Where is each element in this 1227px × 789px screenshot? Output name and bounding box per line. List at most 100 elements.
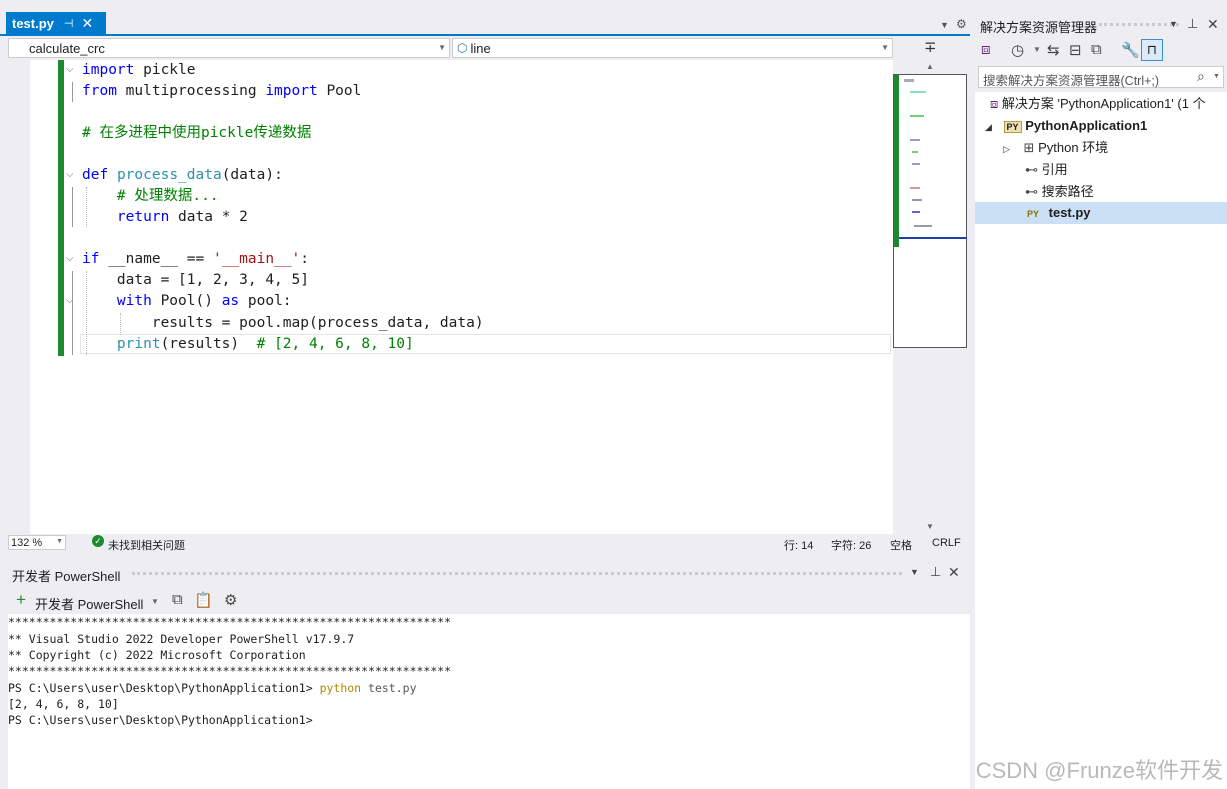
tree-item-project[interactable]: ◢ PY PythonApplication1 — [985, 115, 1147, 137]
terminal-line: ****************************************… — [8, 664, 452, 678]
code-line[interactable]: data = [1, 2, 3, 4, 5] — [82, 270, 309, 291]
pin-icon[interactable]: ⊥ — [1187, 16, 1198, 32]
code-line[interactable]: from multiprocessing import Pool — [82, 81, 361, 102]
python-file-icon: PY — [1027, 209, 1040, 219]
code-token: def — [82, 167, 109, 183]
code-token: if — [82, 251, 100, 267]
copy-icon[interactable]: ⧉ — [1091, 41, 1102, 58]
plus-icon[interactable]: + — [16, 590, 26, 610]
reference-icon: ⊷ — [1025, 184, 1038, 199]
search-icon[interactable]: ⌕ — [1197, 68, 1205, 85]
code-line[interactable]: import pickle — [82, 60, 196, 81]
terminal-header: 开发者 PowerShell ▼ ⊥ ✕ — [0, 562, 970, 584]
fold-icon[interactable]: ⌵ — [66, 253, 74, 264]
split-icon[interactable]: ∓ — [924, 38, 937, 56]
code-line[interactable]: with Pool() as pool: — [82, 291, 292, 312]
code-line[interactable]: print(results) # [2, 4, 6, 8, 10] — [82, 334, 414, 355]
line-indicator[interactable]: 行: 14 — [784, 537, 813, 553]
fold-icon[interactable]: ⌵ — [66, 64, 74, 75]
code-line[interactable]: return data * 2 — [82, 207, 248, 228]
tree-item-python-env[interactable]: ▷ ⊞ Python 环境 — [1003, 137, 1108, 159]
expanded-arrow-icon[interactable]: ◢ — [985, 122, 992, 132]
code-line[interactable]: results = pool.map(process_data, data) — [82, 313, 484, 334]
space-indicator[interactable]: 空格 — [890, 537, 912, 553]
search-paths-label: 搜索路径 — [1041, 184, 1094, 199]
code-token: data = [1, 2, 3, 4, 5] — [82, 272, 309, 288]
eol-indicator[interactable]: CRLF — [932, 537, 961, 549]
chevron-down-icon[interactable]: ▼ — [151, 597, 159, 606]
code-token: return — [116, 209, 170, 225]
drag-grip[interactable] — [1099, 23, 1179, 26]
minimap[interactable] — [893, 74, 967, 348]
member-combo[interactable]: calculate_crc ▼ — [8, 38, 450, 58]
minimap-line — [910, 139, 920, 141]
tree-item-solution[interactable]: ⧈ 解决方案 'PythonApplication1' (1 个 — [990, 93, 1206, 115]
tab-title: test.py — [12, 15, 54, 31]
code-line[interactable]: # 处理数据... — [82, 186, 219, 207]
terminal-line: PS C:\Users\user\Desktop\PythonApplicati… — [8, 680, 417, 696]
tree-item-references[interactable]: ⊷ 引用 — [1025, 159, 1068, 181]
code-token: with — [116, 293, 152, 309]
code-token: # [2, 4, 6, 8, 10] — [256, 336, 414, 352]
solution-icon: ⧈ — [990, 96, 999, 111]
tree-item-test-py[interactable]: PY test.py — [975, 202, 1227, 224]
collapsed-arrow-icon[interactable]: ▷ — [1003, 144, 1010, 154]
code-line[interactable]: if __name__ == '__main__': — [82, 249, 309, 270]
pin-icon[interactable]: ⊣ — [64, 17, 74, 30]
paste-icon[interactable]: 📋 — [194, 591, 213, 609]
close-icon[interactable]: ✕ — [948, 564, 960, 581]
code-token: # 处理数据... — [82, 188, 219, 204]
scroll-down-icon[interactable]: ▼ — [926, 522, 934, 531]
fold-guide — [72, 187, 73, 227]
minimap-line — [910, 187, 920, 189]
tab-test-py[interactable]: test.py ⊣ ✕ — [6, 12, 106, 34]
editor-tab-strip: test.py ⊣ ✕ ▼ ⚙ — [0, 0, 970, 36]
collapse-icon[interactable]: ⊟ — [1069, 41, 1082, 59]
minimap-line — [912, 151, 918, 153]
history-icon[interactable]: ◷ — [1011, 41, 1024, 59]
minimap-line — [904, 79, 914, 82]
code-token: data * 2 — [169, 209, 248, 225]
solution-search-input[interactable]: 搜索解决方案资源管理器(Ctrl+;) ⌕ ▼ — [978, 66, 1224, 88]
gear-icon[interactable]: ⚙ — [224, 591, 237, 609]
char-indicator[interactable]: 字符: 26 — [831, 537, 871, 553]
wrench-icon[interactable]: 🔧 — [1121, 41, 1140, 59]
code-token: process_data — [116, 167, 222, 183]
tree-item-search-paths[interactable]: ⊷ 搜索路径 — [1025, 181, 1094, 203]
terminal-toolbar: + 开发者 PowerShell ▼ ⧉ 📋 ⚙ — [8, 588, 970, 614]
sync-icon[interactable]: ⇆ — [1047, 41, 1060, 59]
chevron-down-icon[interactable]: ▼ — [1213, 73, 1220, 80]
preview-icon[interactable]: ⊓ — [1141, 39, 1163, 61]
issues-status[interactable]: 未找到相关问题 — [108, 537, 185, 553]
code-line[interactable]: # 在多进程中使用pickle传递数据 — [82, 123, 311, 144]
new-terminal-button[interactable]: 开发者 PowerShell — [35, 594, 143, 613]
terminal-output[interactable]: ****************************************… — [8, 614, 970, 789]
code-token: '__main__' — [212, 251, 301, 267]
scroll-up-icon[interactable]: ▲ — [926, 62, 934, 71]
vs-icon[interactable]: ⧈ — [981, 41, 991, 58]
close-icon[interactable]: ✕ — [1207, 16, 1219, 33]
python-project-icon: PY — [1003, 121, 1022, 133]
solution-explorer-title: 解决方案资源管理器 — [980, 20, 1098, 35]
environment-icon: ⊞ — [1023, 140, 1035, 155]
fold-icon[interactable]: ⌵ — [66, 169, 74, 180]
code-line[interactable]: def process_data(data): — [82, 165, 283, 186]
command-python: python — [319, 681, 362, 695]
tab-dropdown-icon[interactable]: ▼ — [940, 20, 949, 30]
code-token: results = pool.map(process_data, data) — [82, 315, 484, 331]
file-label: test.py — [1048, 205, 1091, 220]
gear-icon[interactable]: ⚙ — [956, 17, 967, 31]
dropdown-icon[interactable]: ▼ — [910, 567, 919, 577]
code-token: : — [300, 251, 310, 267]
scope-combo[interactable]: ⬡ line ▼ — [452, 38, 893, 58]
editor-status-bar: 132 % ▼ ✓ 未找到相关问题 行: 14 字符: 26 空格 CRLF — [8, 534, 970, 552]
copy-icon[interactable]: ⧉ — [172, 591, 183, 608]
chevron-down-icon[interactable]: ▼ — [1033, 45, 1041, 54]
close-icon[interactable]: ✕ — [82, 15, 94, 32]
drag-grip[interactable] — [132, 572, 902, 575]
code-token: Pool() — [151, 293, 222, 309]
pin-icon[interactable]: ⊥ — [930, 564, 941, 580]
dropdown-icon[interactable]: ▼ — [1169, 19, 1178, 29]
zoom-select[interactable]: 132 % ▼ — [8, 535, 66, 550]
